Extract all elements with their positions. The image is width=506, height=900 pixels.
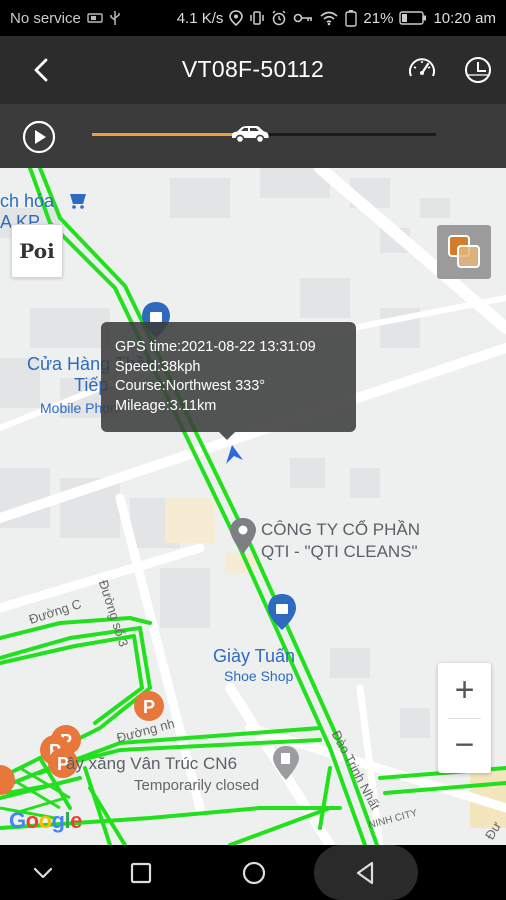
alarm-icon: [272, 10, 286, 26]
battery-icon: [399, 11, 427, 25]
poi-toggle-button[interactable]: Poi: [11, 224, 63, 278]
zoom-controls: + −: [438, 663, 491, 773]
popup-pointer: [219, 432, 235, 440]
poi-label-xang[interactable]: ây xăng Vân Trúc CN6: [66, 754, 237, 774]
map-background: P P P P: [0, 168, 506, 845]
speedometer-icon[interactable]: [406, 54, 438, 86]
poi-label-shoe-shop[interactable]: Shoe Shop: [224, 668, 293, 684]
poi-label-temporarily-closed: Temporarily closed: [134, 777, 260, 794]
clock-icon[interactable]: [462, 54, 494, 86]
speed-text: Speed:38kph: [115, 358, 201, 375]
zoom-out-button[interactable]: −: [438, 718, 491, 773]
map-view[interactable]: P P P P ch hóa A KP Cửa Hàng Thần Tiếp M…: [0, 168, 506, 845]
usb-icon: [110, 11, 120, 25]
clock-text: 10:20 am: [433, 9, 496, 27]
car-slider-handle-icon[interactable]: [229, 123, 271, 145]
zoom-in-button[interactable]: +: [438, 663, 491, 718]
google-logo: Google: [9, 808, 82, 833]
vehicle-plate: VT08F-50112: [181, 56, 325, 82]
battery-saver-icon: [345, 10, 358, 27]
svg-text:P: P: [143, 697, 155, 717]
map-layers-button[interactable]: [437, 225, 491, 279]
poi-label-cong-ty-line1[interactable]: CÔNG TY CỔ PHẦN: [261, 520, 420, 540]
course-text: Course:Northwest 333°: [115, 378, 266, 394]
circle-icon[interactable]: [238, 857, 270, 889]
square-icon[interactable]: [125, 857, 157, 889]
vibrate-icon: [250, 11, 265, 25]
play-icon[interactable]: [22, 120, 56, 154]
app-bar: VT08F-50112: [0, 36, 506, 104]
poi-label-hoa[interactable]: ch hóa: [0, 191, 54, 212]
status-bar: No service 4.1 K/s 21% 10:20 am: [0, 0, 506, 36]
poi-label-giay-tuan[interactable]: Giày Tuấn: [213, 646, 295, 667]
carrier-text: No service: [10, 9, 81, 27]
wifi-icon: [320, 11, 338, 26]
chevron-down-icon[interactable]: [27, 857, 59, 889]
location-icon: [229, 10, 244, 26]
triangle-back-icon[interactable]: [350, 857, 382, 889]
key-icon: [294, 13, 313, 23]
back-arrow-icon[interactable]: [26, 54, 58, 86]
playback-progress-fill: [92, 133, 251, 136]
mileage-text: Mileage:3.11km: [115, 397, 217, 414]
gps-time-text: GPS time:2021-08-22 13:31:09: [115, 339, 316, 355]
sim-icon: [87, 13, 103, 23]
layers-icon: [448, 235, 480, 268]
net-speed-text: 4.1 K/s: [176, 9, 224, 27]
battery-percent-text: 21%: [363, 9, 394, 27]
gps-info-popup: GPS time:2021-08-22 13:31:09 Speed:38kph…: [101, 322, 356, 440]
poi-label-cong-ty-line2[interactable]: QTI - "QTI CLEANS": [261, 542, 418, 562]
